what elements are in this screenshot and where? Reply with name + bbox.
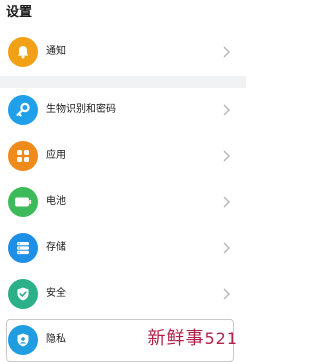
settings-item-biometrics[interactable]: 生物识别和密码 <box>0 88 246 134</box>
settings-item-label: 隐私 <box>46 334 66 345</box>
settings-item-label: 电池 <box>46 196 66 207</box>
section-divider <box>0 76 246 88</box>
watermark-number: 521 <box>204 329 238 348</box>
shield-check-icon <box>8 279 38 309</box>
battery-icon <box>8 187 38 217</box>
chevron-right-icon <box>223 104 230 116</box>
watermark-text: 新鲜事 <box>147 328 205 349</box>
settings-item-label: 存储 <box>46 242 66 253</box>
settings-item-storage[interactable]: 存储 <box>0 226 246 272</box>
settings-item-label: 通知 <box>46 46 66 57</box>
chevron-right-icon <box>223 288 230 300</box>
settings-list: 通知 生物识别和密码 应用 电池 存储 安全 隐私 <box>0 30 246 364</box>
settings-item-apps[interactable]: 应用 <box>0 134 246 180</box>
chevron-right-icon <box>223 242 230 254</box>
key-icon <box>8 95 38 125</box>
settings-item-label: 生物识别和密码 <box>46 104 116 115</box>
chevron-right-icon <box>223 150 230 162</box>
settings-item-label: 应用 <box>46 150 66 161</box>
settings-item-security[interactable]: 安全 <box>0 272 246 318</box>
page-title: 设置 <box>6 5 33 20</box>
chevron-right-icon <box>223 196 230 208</box>
chevron-right-icon <box>223 46 230 58</box>
settings-item-battery[interactable]: 电池 <box>0 180 246 226</box>
privacy-shield-icon <box>8 325 38 355</box>
settings-item-label: 安全 <box>46 288 66 299</box>
storage-icon <box>8 233 38 263</box>
watermark: 新鲜事521 <box>147 324 238 350</box>
grid-icon <box>8 141 38 171</box>
bell-icon <box>8 37 38 67</box>
settings-item-notifications[interactable]: 通知 <box>0 30 246 76</box>
